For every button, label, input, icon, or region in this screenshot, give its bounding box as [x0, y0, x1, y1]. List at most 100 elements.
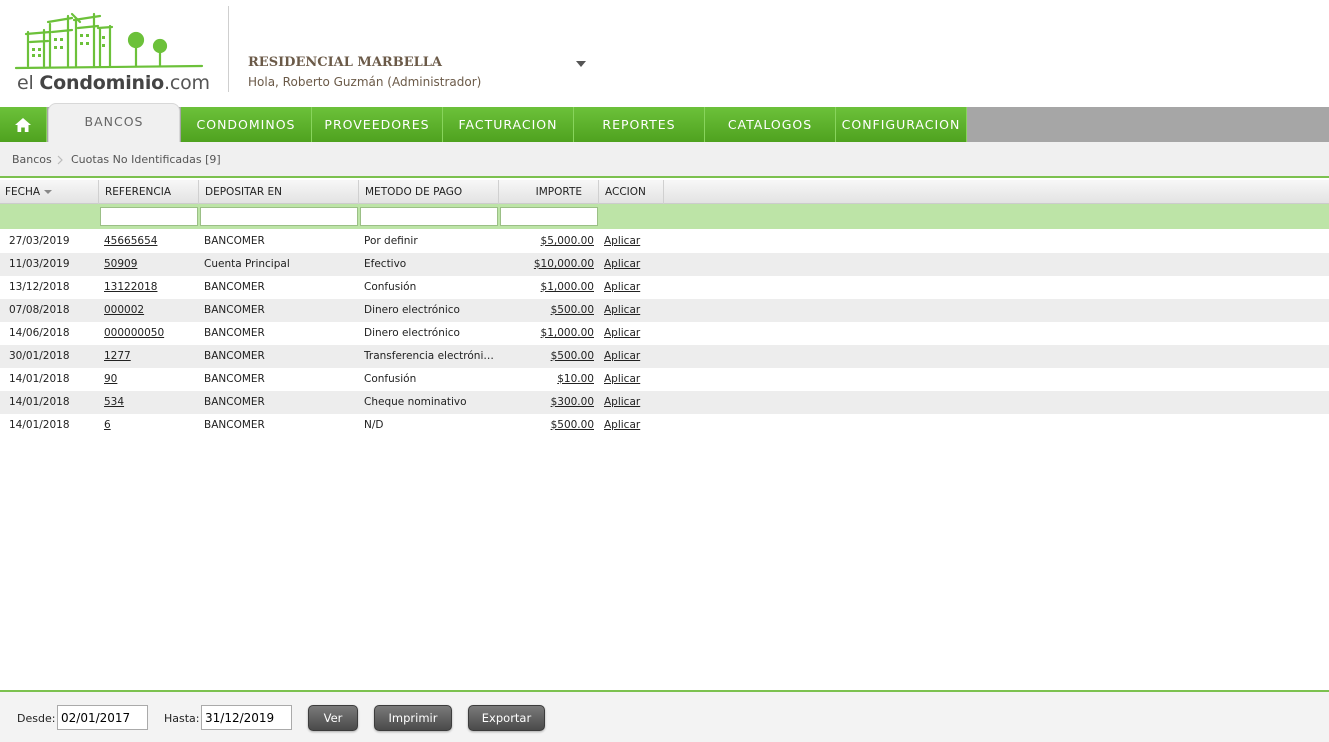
tab-bancos[interactable]: BANCOS [48, 103, 180, 142]
table-row[interactable]: 11/03/2019 50909 Cuenta Principal Efectivo $… [0, 253, 1329, 276]
cell-referencia-link[interactable]: 1277 [104, 350, 196, 362]
cell-importe-link[interactable]: $5,000.00 [500, 235, 594, 247]
cell-depositar: BANCOMER [204, 281, 265, 293]
table-row[interactable]: 14/06/2018 000000050 BANCOMER Dinero electr… [0, 322, 1329, 345]
grid-header: FECHA REFERENCIA DEPOSITAR EN METODO DE … [0, 180, 1329, 204]
table-row[interactable]: 07/08/2018 000002 BANCOMER Dinero electróni… [0, 299, 1329, 322]
cell-fecha: 27/03/2019 [9, 235, 70, 247]
aplicar-link[interactable]: Aplicar [604, 350, 659, 362]
table-row[interactable]: 30/01/2018 1277 BANCOMER Transferencia elec… [0, 345, 1329, 368]
cell-metodo: N/D [364, 419, 384, 431]
table-row[interactable]: 14/01/2018 90 BANCOMER Confusión $10.00 Aplic… [0, 368, 1329, 391]
nav-home-button[interactable] [0, 107, 47, 142]
tab-proveedores[interactable]: PROVEEDORES [312, 107, 443, 142]
tab-facturacion[interactable]: FACTURACION [443, 107, 574, 142]
cell-fecha: 07/08/2018 [9, 304, 70, 316]
tab-configuracion[interactable]: CONFIGURACION [836, 107, 967, 142]
table-row[interactable]: 13/12/2018 13122018 BANCOMER Confusión $1,00… [0, 276, 1329, 299]
cell-depositar: BANCOMER [204, 373, 265, 385]
tab-condominos[interactable]: CONDOMINOS [181, 107, 312, 142]
cell-importe-link[interactable]: $500.00 [500, 304, 594, 316]
table-row[interactable]: 14/01/2018 534 BANCOMER Cheque nominativo $3… [0, 391, 1329, 414]
cell-referencia-link[interactable]: 534 [104, 396, 196, 408]
cell-fecha: 14/01/2018 [9, 373, 70, 385]
cell-fecha: 14/01/2018 [9, 419, 70, 431]
cell-metodo: Confusión [364, 373, 417, 385]
cell-fecha: 13/12/2018 [9, 281, 70, 293]
aplicar-link[interactable]: Aplicar [604, 281, 659, 293]
col-header-fecha-label: FECHA [5, 186, 41, 198]
cell-metodo: Transferencia electrónic... [364, 350, 496, 362]
cell-referencia-link[interactable]: 6 [104, 419, 196, 431]
cell-importe-link[interactable]: $1,000.00 [500, 327, 594, 339]
table-row[interactable]: 14/01/2018 6 BANCOMER N/D $500.00 Aplicar [0, 414, 1329, 437]
hasta-date-input[interactable] [201, 705, 292, 730]
cell-fecha: 14/01/2018 [9, 396, 70, 408]
breadcrumb-bancos[interactable]: Bancos [12, 153, 52, 166]
col-header-importe[interactable]: IMPORTE [499, 180, 599, 204]
cell-importe-link[interactable]: $500.00 [500, 419, 594, 431]
cell-importe-link[interactable]: $10.00 [500, 373, 594, 385]
aplicar-link[interactable]: Aplicar [604, 373, 659, 385]
cell-referencia-link[interactable]: 90 [104, 373, 196, 385]
desde-date-input[interactable] [57, 705, 148, 730]
logo[interactable]: el Condominio.com [14, 10, 219, 96]
col-header-metodo[interactable]: METODO DE PAGO [359, 180, 499, 204]
cell-metodo: Dinero electrónico [364, 304, 460, 316]
hasta-label: Hasta: [164, 712, 200, 725]
filter-depositar-input[interactable] [200, 207, 358, 226]
col-header-depositar[interactable]: DEPOSITAR EN [199, 180, 359, 204]
footer-toolbar: Desde: Hasta: Ver Imprimir Exportar [0, 690, 1329, 742]
aplicar-link[interactable]: Aplicar [604, 304, 659, 316]
cell-importe-link[interactable]: $500.00 [500, 350, 594, 362]
aplicar-link[interactable]: Aplicar [604, 258, 659, 270]
cell-referencia-link[interactable]: 50909 [104, 258, 196, 270]
filter-metodo-input[interactable] [360, 207, 498, 226]
exportar-button[interactable]: Exportar [468, 705, 545, 731]
app-window: el Condominio.com RESIDENCIAL MARBELLA H… [0, 0, 1329, 742]
tab-reportes[interactable]: REPORTES [574, 107, 705, 142]
cell-referencia-link[interactable]: 000002 [104, 304, 196, 316]
col-header-referencia[interactable]: REFERENCIA [99, 180, 199, 204]
aplicar-link[interactable]: Aplicar [604, 327, 659, 339]
aplicar-link[interactable]: Aplicar [604, 419, 659, 431]
cell-depositar: BANCOMER [204, 304, 265, 316]
cell-depositar: Cuenta Principal [204, 258, 290, 270]
cell-fecha: 30/01/2018 [9, 350, 70, 362]
filter-importe-input[interactable] [500, 207, 598, 226]
condo-dropdown-icon[interactable] [576, 61, 588, 69]
sort-desc-icon [44, 190, 53, 194]
cell-referencia-link[interactable]: 45665654 [104, 235, 196, 247]
tab-catalogos[interactable]: CATALOGOS [705, 107, 836, 142]
cell-metodo: Cheque nominativo [364, 396, 467, 408]
aplicar-link[interactable]: Aplicar [604, 396, 659, 408]
cell-importe-link[interactable]: $10,000.00 [500, 258, 594, 270]
imprimir-button[interactable]: Imprimir [374, 705, 452, 731]
grid-body: 27/03/2019 45665654 BANCOMER Por definir $5,… [0, 230, 1329, 437]
cell-metodo: Confusión [364, 281, 417, 293]
aplicar-link[interactable]: Aplicar [604, 235, 659, 247]
condo-name[interactable]: RESIDENCIAL MARBELLA [248, 55, 442, 70]
cell-importe-link[interactable]: $1,000.00 [500, 281, 594, 293]
cell-depositar: BANCOMER [204, 235, 265, 247]
user-greeting: Hola, Roberto Guzmán (Administrador) [248, 75, 482, 89]
ver-button[interactable]: Ver [308, 705, 358, 731]
cell-referencia-link[interactable]: 13122018 [104, 281, 196, 293]
cell-depositar: BANCOMER [204, 327, 265, 339]
breadcrumb-current: Cuotas No Identificadas [9] [71, 153, 221, 166]
main-nav: BANCOS CONDOMINOS PROVEEDORES FACTURACIO… [0, 103, 1329, 142]
cell-referencia-link[interactable]: 000000050 [104, 327, 196, 339]
logo-text: el Condominio.com [17, 72, 210, 94]
col-header-fecha[interactable]: FECHA [0, 180, 99, 204]
desde-label: Desde: [17, 712, 56, 725]
header-divider [228, 6, 229, 92]
cell-metodo: Efectivo [364, 258, 407, 270]
col-header-accion[interactable]: ACCION [599, 180, 664, 204]
filter-row [0, 204, 1329, 229]
cell-depositar: BANCOMER [204, 350, 265, 362]
table-row[interactable]: 27/03/2019 45665654 BANCOMER Por definir $5,… [0, 230, 1329, 253]
cell-metodo: Por definir [364, 235, 418, 247]
cell-importe-link[interactable]: $300.00 [500, 396, 594, 408]
cell-fecha: 11/03/2019 [9, 258, 70, 270]
filter-referencia-input[interactable] [100, 207, 198, 226]
